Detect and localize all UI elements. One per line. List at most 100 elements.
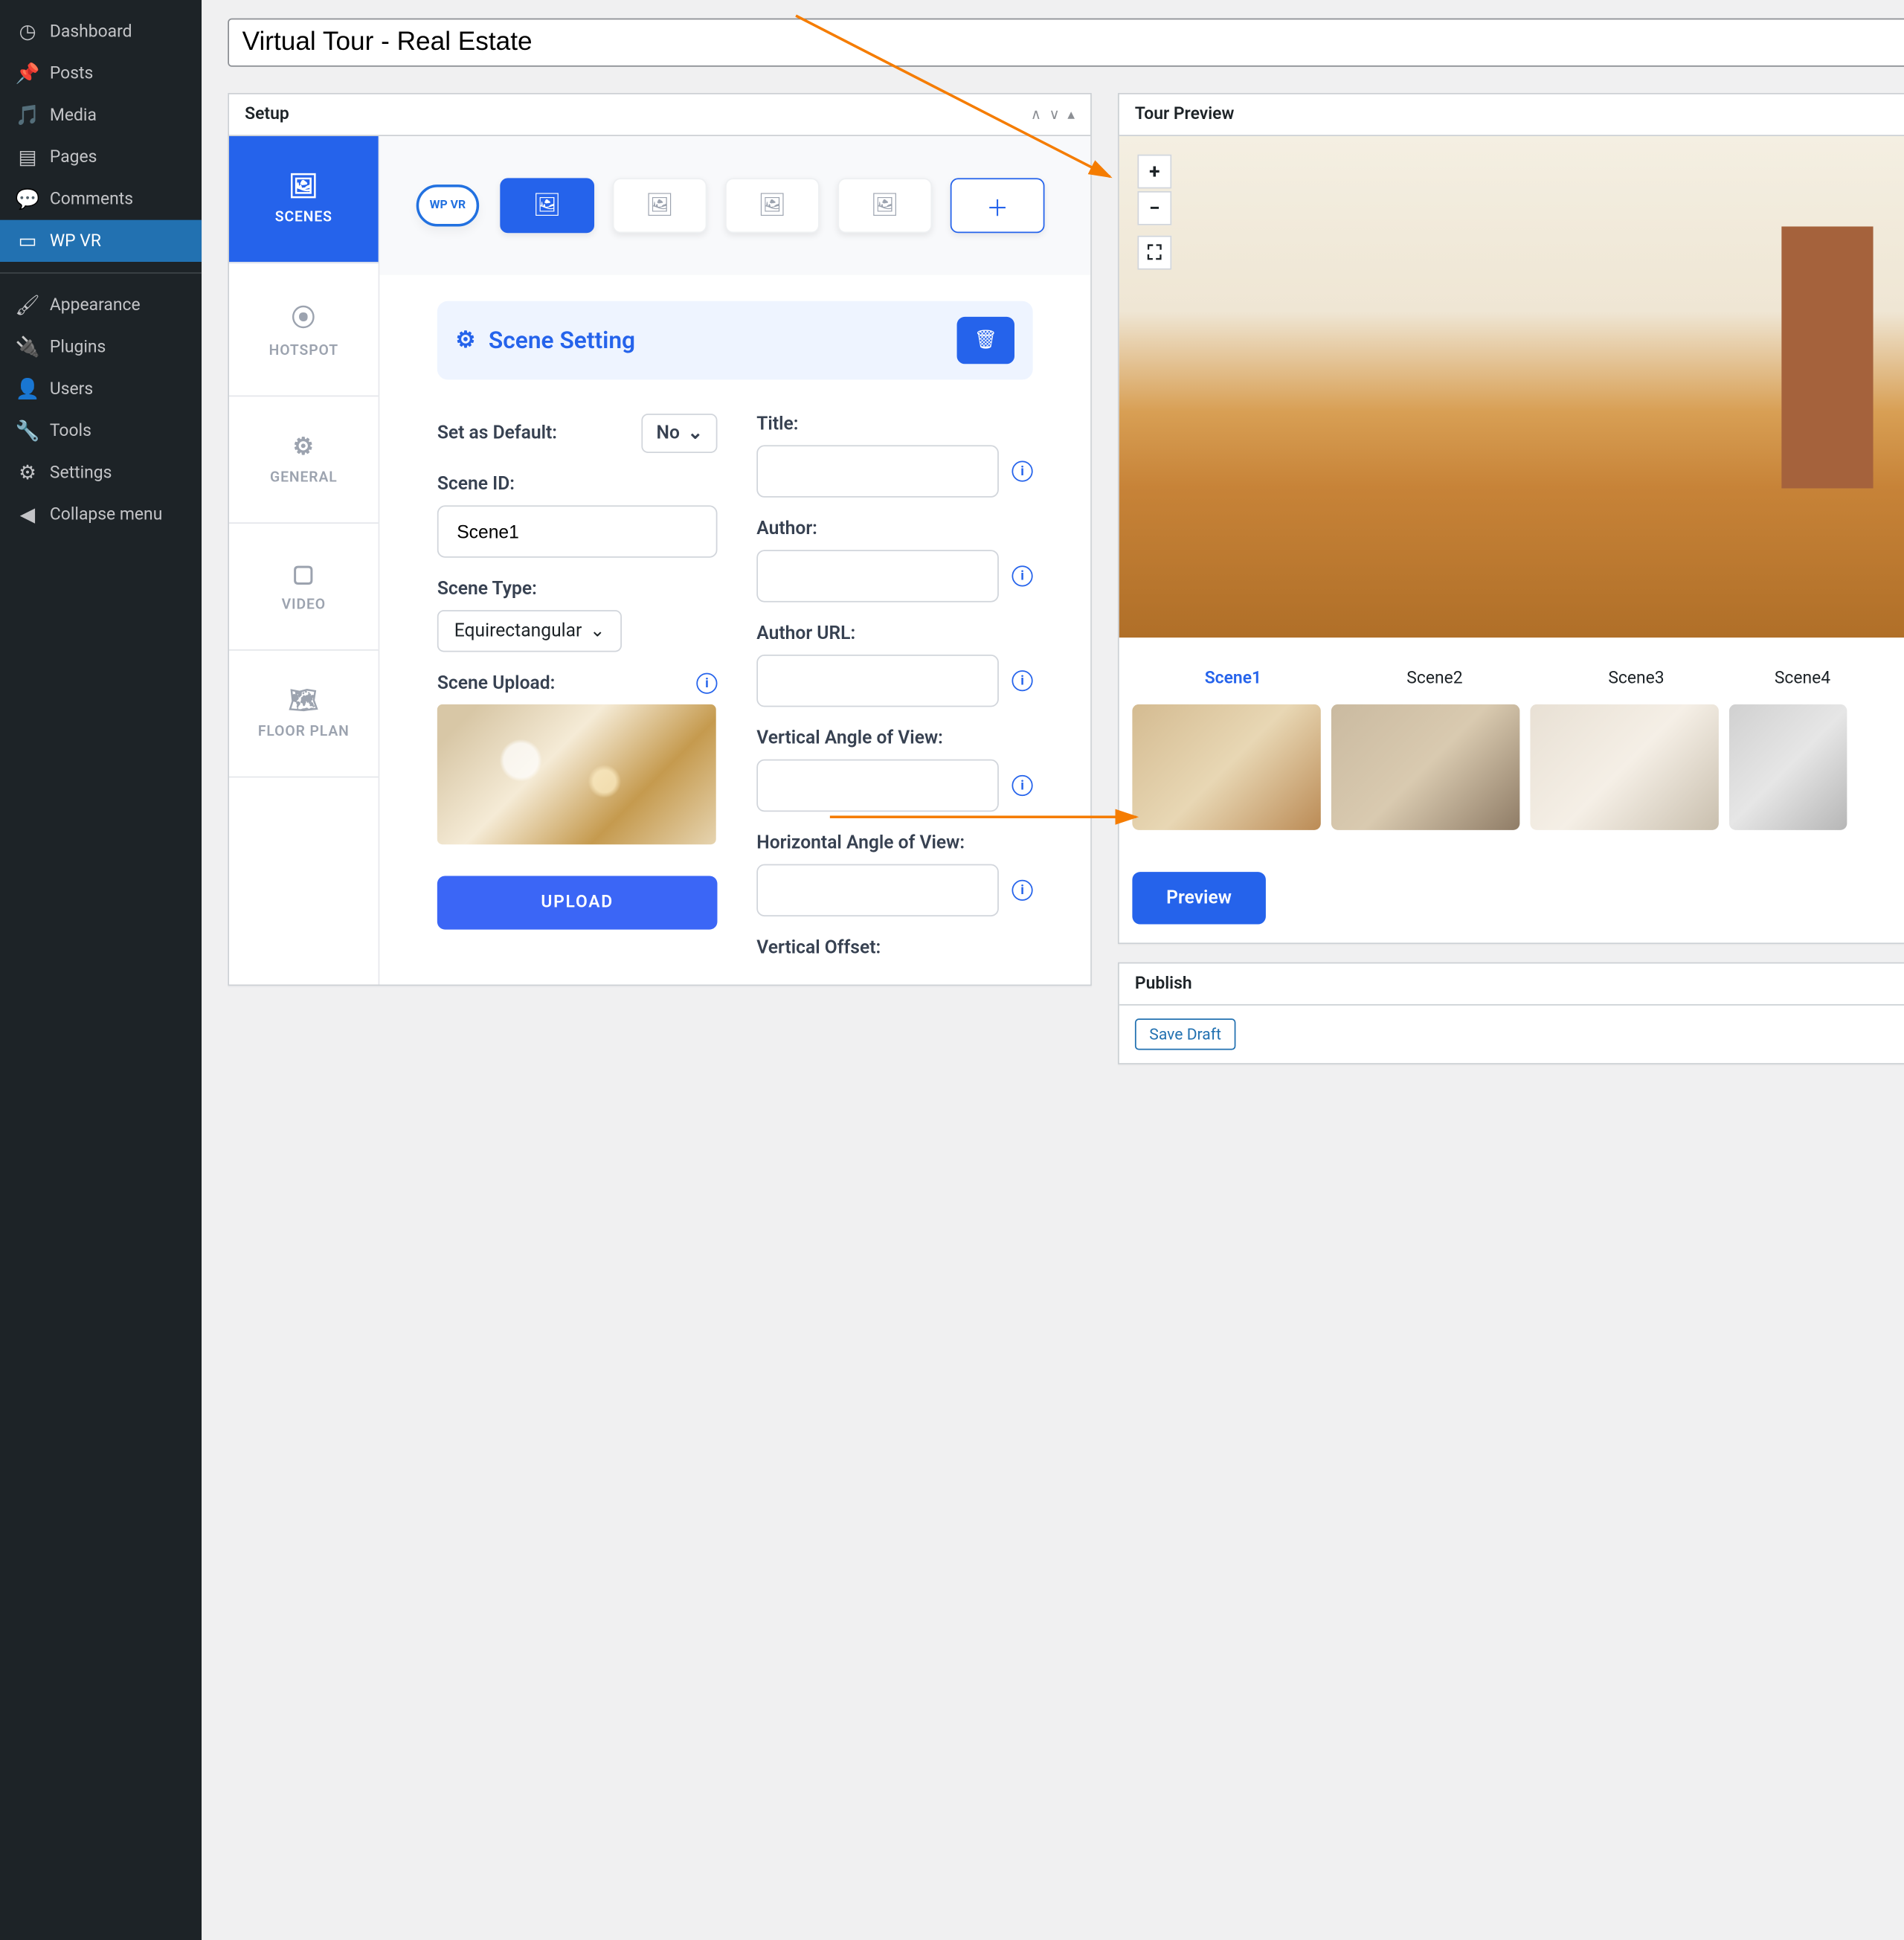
pin-icon: 📌	[16, 62, 39, 86]
sidebar-item-collapse[interactable]: ◀ Collapse menu	[0, 494, 202, 536]
title-label: Title:	[756, 414, 1032, 434]
scene-upload-thumb[interactable]	[437, 704, 716, 844]
gallery-thumb[interactable]	[1132, 704, 1320, 830]
scene-setting-header: ⚙ Scene Setting 🗑	[437, 301, 1033, 380]
comment-icon: 💬	[16, 187, 39, 211]
zoom-out-button[interactable]: −	[1137, 191, 1171, 225]
dashboard-icon: ◷	[16, 19, 39, 43]
info-icon[interactable]: i	[1012, 670, 1032, 691]
info-icon[interactable]: i	[1012, 565, 1032, 586]
sidebar-item-pages[interactable]: ▤ Pages	[0, 136, 202, 178]
haov-label: Horizontal Angle of View:	[756, 832, 1032, 853]
scene-id-input[interactable]	[437, 505, 718, 557]
publish-panel: Publish ∧ ∨ ▴ Save Draft	[1118, 963, 1904, 1064]
tab-video[interactable]: ▢ VIDEO	[229, 524, 379, 651]
haov-input[interactable]	[756, 864, 999, 916]
gallery-scene-name[interactable]: Scene1	[1132, 669, 1334, 688]
sidebar-label: WP VR	[50, 231, 101, 251]
author-url-label: Author URL:	[756, 623, 1032, 644]
preview-button[interactable]: Preview	[1132, 872, 1265, 924]
tab-general[interactable]: ⚙ GENERAL	[229, 396, 379, 524]
sidebar-item-tools[interactable]: 🔧 Tools	[0, 410, 202, 452]
setup-vertical-tabs: 🖼 SCENES ⦿ HOTSPOT ⚙ GENERAL	[229, 136, 379, 984]
gallery-thumb[interactable]	[1331, 704, 1519, 830]
sidebar-item-plugins[interactable]: 🔌 Plugins	[0, 326, 202, 367]
sidebar-label: Comments	[50, 189, 133, 208]
tab-label: SCENES	[275, 208, 332, 225]
info-icon[interactable]: i	[696, 673, 717, 694]
gallery-scene-name[interactable]: Scene3	[1535, 669, 1737, 688]
sidebar-label: Settings	[50, 463, 112, 482]
scene-tab-3[interactable]: 🖼	[725, 178, 820, 233]
scene-upload-label: Scene Upload: i	[437, 673, 718, 694]
admin-sidebar: ◷ Dashboard 📌 Posts 🎵 Media ▤ Pages 💬 Co…	[0, 0, 202, 1940]
info-icon[interactable]: i	[1012, 880, 1032, 901]
tour-title-input[interactable]	[228, 19, 1904, 67]
info-icon[interactable]: i	[1012, 775, 1032, 796]
move-down-icon[interactable]: ∨	[1049, 106, 1059, 123]
vr-icon: ▭	[16, 229, 39, 253]
scene-setting-title: Scene Setting	[489, 327, 635, 354]
save-draft-button[interactable]: Save Draft	[1135, 1018, 1235, 1050]
vaov-label: Vertical Angle of View:	[756, 728, 1032, 749]
image-icon: 🖼	[871, 193, 899, 219]
setup-header: Setup ∧ ∨ ▴	[229, 94, 1090, 136]
gallery-thumb[interactable]	[1729, 704, 1847, 830]
tab-floor-plan[interactable]: 🗺 FLOOR PLAN	[229, 651, 379, 778]
author-input[interactable]	[756, 550, 999, 602]
map-icon: 🗺	[289, 687, 319, 715]
set-default-label: Set as Default:	[437, 423, 557, 443]
scene-tabs-row: WP VR 🖼 🖼 🖼 🖼 ＋	[379, 136, 1090, 275]
scene-id-label: Scene ID:	[437, 474, 718, 495]
page-icon: ▤	[16, 145, 39, 169]
voffset-label: Vertical Offset:	[756, 937, 1032, 958]
sidebar-item-users[interactable]: 👤 Users	[0, 368, 202, 410]
sidebar-label: Pages	[50, 147, 97, 167]
set-default-select[interactable]: No ⌄	[642, 414, 717, 453]
tab-label: FLOOR PLAN	[258, 723, 350, 740]
add-scene-button[interactable]: ＋	[951, 178, 1045, 233]
divider	[0, 272, 202, 274]
sidebar-item-dashboard[interactable]: ◷ Dashboard	[0, 10, 202, 52]
sidebar-item-settings[interactable]: ⚙ Settings	[0, 452, 202, 493]
gear-icon: ⚙	[293, 434, 315, 461]
video-icon: ▢	[292, 560, 315, 588]
scene-tab-1[interactable]: 🖼	[500, 178, 594, 233]
fullscreen-button[interactable]: ⛶	[1137, 236, 1171, 270]
move-up-icon[interactable]: ∧	[1031, 106, 1041, 123]
setup-heading: Setup	[245, 105, 289, 124]
gear-icon: ⚙	[455, 327, 475, 353]
gallery-scene-name[interactable]: Scene2	[1334, 669, 1535, 688]
tour-preview-panel: Tour Preview ∧ ∨ ▴ + − ⛶	[1118, 93, 1904, 944]
vaov-input[interactable]	[756, 759, 999, 812]
info-icon[interactable]: i	[1012, 461, 1032, 482]
toggle-icon[interactable]: ▴	[1067, 106, 1075, 123]
tab-label: VIDEO	[282, 596, 326, 613]
tab-scenes[interactable]: 🖼 SCENES	[229, 136, 379, 263]
author-url-input[interactable]	[756, 655, 999, 707]
sidebar-item-wpvr[interactable]: ▭ WP VR	[0, 220, 202, 262]
tour-preview-heading: Tour Preview	[1135, 105, 1234, 124]
delete-scene-button[interactable]: 🗑	[957, 317, 1014, 364]
scene-tab-2[interactable]: 🖼	[613, 178, 707, 233]
panorama-viewer[interactable]: + − ⛶	[1119, 136, 1904, 637]
upload-button[interactable]: UPLOAD	[437, 876, 718, 929]
gallery-thumb[interactable]	[1530, 704, 1718, 830]
main-content: Setup ∧ ∨ ▴ 🖼 SCENES	[202, 0, 1904, 1940]
scene-type-select[interactable]: Equirectangular ⌄	[437, 610, 623, 652]
tab-hotspot[interactable]: ⦿ HOTSPOT	[229, 263, 379, 397]
zoom-in-button[interactable]: +	[1137, 155, 1171, 189]
image-icon: 🖼	[758, 193, 786, 219]
sliders-icon: ⚙	[16, 461, 39, 485]
sidebar-item-media[interactable]: 🎵 Media	[0, 94, 202, 136]
sidebar-item-posts[interactable]: 📌 Posts	[0, 52, 202, 94]
brush-icon: 🖌	[16, 293, 39, 317]
title-input[interactable]	[756, 445, 999, 497]
sidebar-label: Appearance	[50, 295, 141, 315]
gallery-scene-name[interactable]: Scene4	[1737, 669, 1868, 688]
scene-tab-4[interactable]: 🖼	[837, 178, 932, 233]
image-icon: 🖼	[533, 193, 562, 219]
sidebar-label: Tools	[50, 421, 91, 440]
sidebar-item-comments[interactable]: 💬 Comments	[0, 178, 202, 219]
sidebar-item-appearance[interactable]: 🖌 Appearance	[0, 284, 202, 326]
